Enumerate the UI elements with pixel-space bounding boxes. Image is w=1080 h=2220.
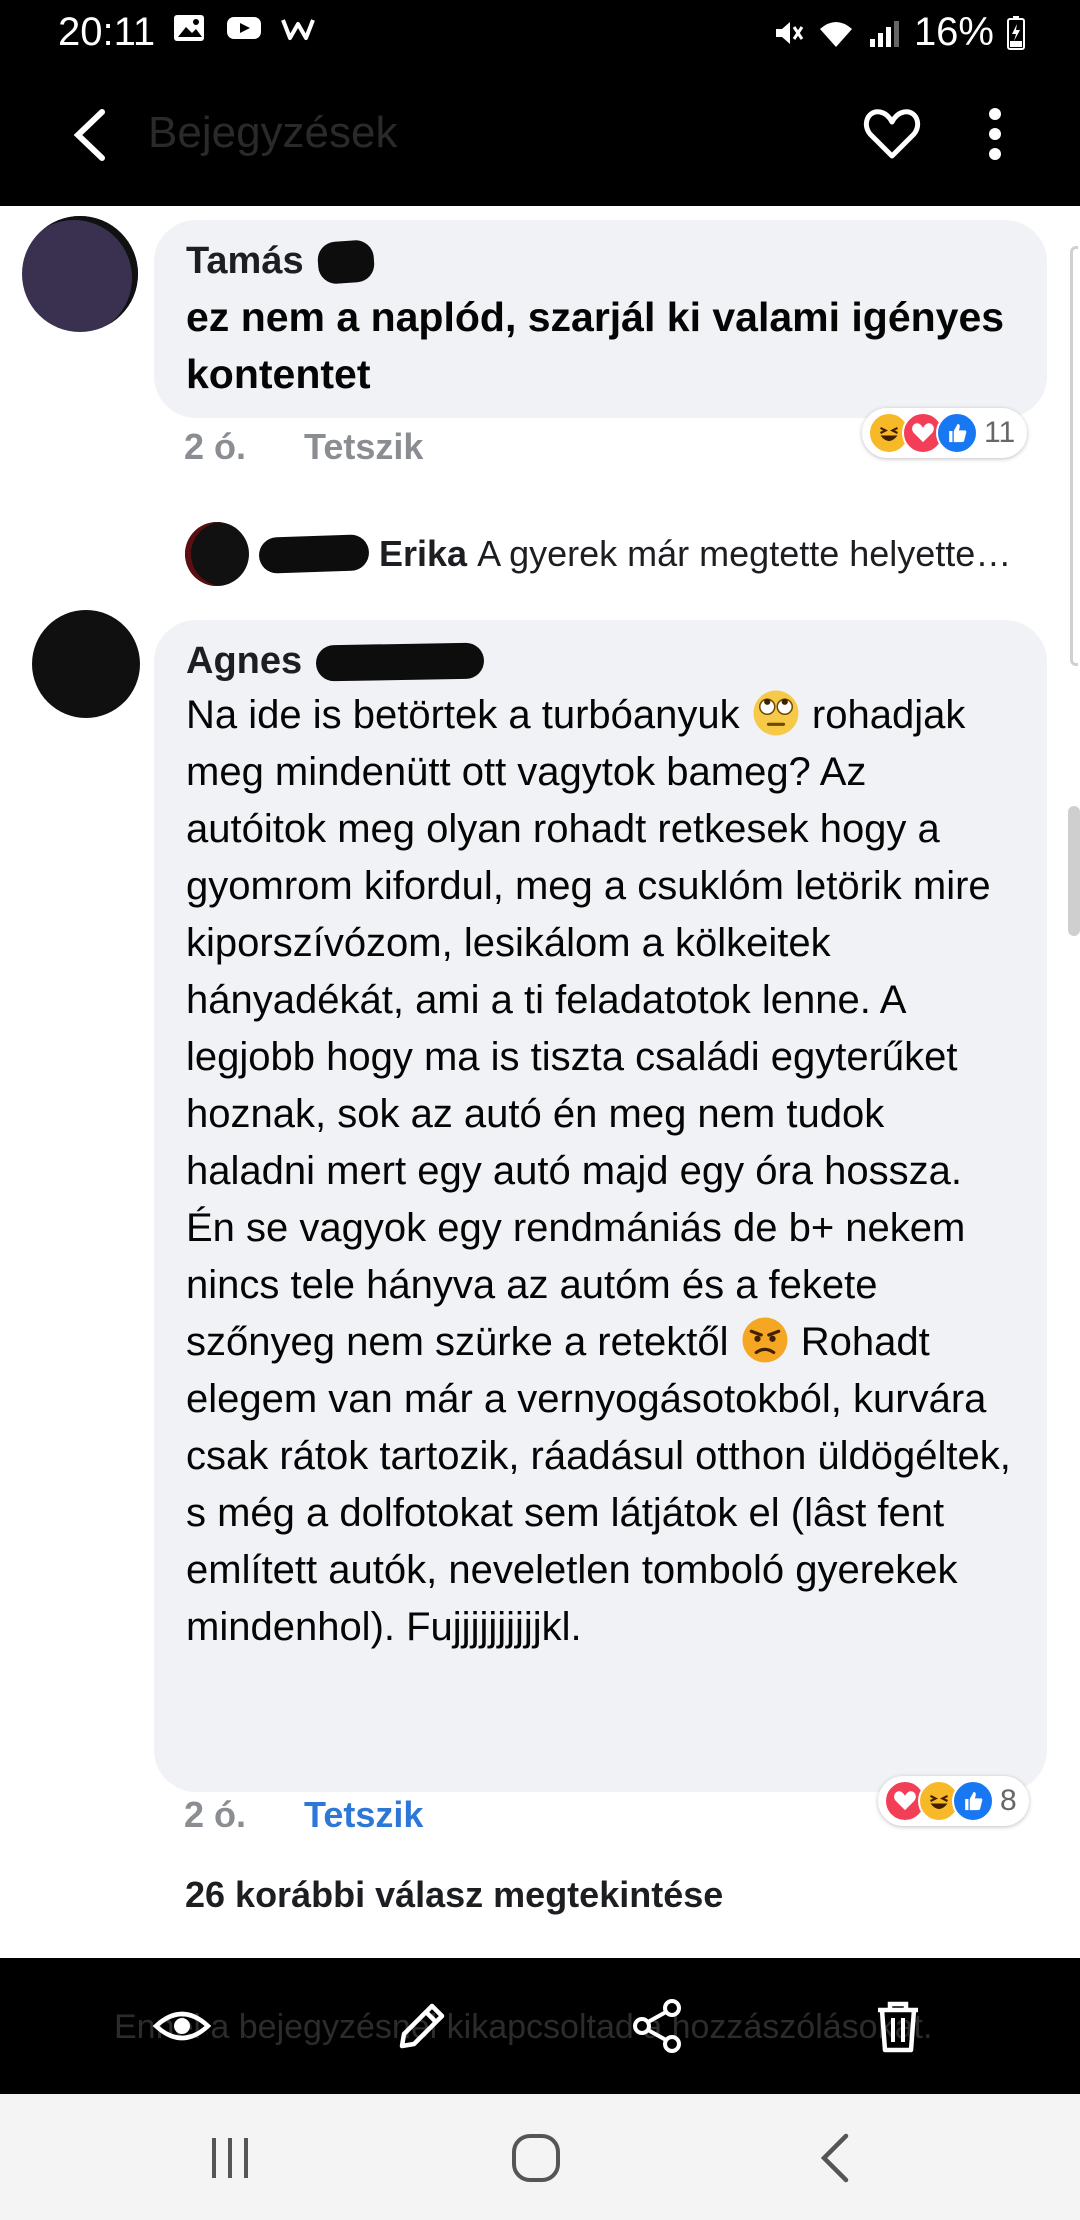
reaction-count: 11 <box>984 416 1016 449</box>
reaction-summary[interactable]: 11 <box>862 408 1028 458</box>
like-reaction-icon <box>936 412 978 454</box>
home-icon[interactable] <box>506 2130 566 2186</box>
comment-text: ez nem a naplód, szarjál ki valami igény… <box>186 294 1005 397</box>
app-bar: Bejegyzések <box>0 64 1080 206</box>
comment-bubble[interactable]: Tamás ez nem a naplód, szarjál ki valami… <box>154 220 1047 418</box>
battery-percent: 16% <box>913 10 994 54</box>
mute-icon <box>775 21 804 44</box>
scroll-edge <box>1070 246 1078 666</box>
pencil-icon[interactable] <box>392 1996 452 2056</box>
redaction-mark <box>316 238 375 285</box>
comment-author[interactable]: Tamás <box>186 240 304 283</box>
share-icon[interactable] <box>628 1996 688 2056</box>
comments-disabled-notice: Ennél a bejegyzésnél kikapcsoltad a hozz… <box>114 2008 933 2046</box>
redaction-mark <box>258 534 370 574</box>
rolling-eyes-emoji-icon <box>753 690 799 736</box>
heart-icon[interactable] <box>862 104 922 164</box>
reaction-count: 8 <box>1000 1784 1017 1817</box>
back-icon[interactable] <box>806 2130 866 2186</box>
like-button[interactable]: Tetszik <box>304 426 423 468</box>
status-time: 20:11 <box>58 10 156 54</box>
recent-apps-icon[interactable] <box>202 2130 262 2186</box>
w-icon <box>281 19 315 40</box>
like-reaction-icon <box>952 1780 994 1822</box>
page-title: Bejegyzések <box>148 108 398 157</box>
comment-text: Na ide is betörtek a turbóanyuk rohadjak… <box>186 687 1015 1656</box>
comment-time: 2 ó. <box>184 426 247 467</box>
system-nav-bar <box>0 2094 1080 2220</box>
avatar[interactable] <box>22 216 138 332</box>
comment-text-line: Rohadt elegem van már a vernyogásotokból… <box>186 1320 1011 1649</box>
image-icon <box>174 15 204 41</box>
status-bar: 20:11 16% <box>0 0 1080 64</box>
comment-author[interactable]: Agnes <box>186 640 302 683</box>
trash-icon[interactable] <box>868 1996 928 2056</box>
wifi-icon <box>819 21 852 47</box>
redaction-mark <box>315 642 485 681</box>
reply-avatar <box>185 522 249 586</box>
comment-meta: 2 ó. Tetszik <box>184 1794 423 1836</box>
signal-icon <box>869 20 899 47</box>
more-options-icon[interactable] <box>975 104 1035 164</box>
reply-text: A gyerek már megtette helyette… <box>477 533 1012 574</box>
view-more-replies-link[interactable]: 26 korábbi válasz megtekintése <box>185 1874 723 1916</box>
angry-emoji-icon <box>742 1317 788 1363</box>
avatar[interactable] <box>32 610 140 718</box>
comment-text-line: rohadjak meg mindenütt ott vagytok bameg… <box>186 693 991 1364</box>
bottom-action-bar: Ennél a bejegyzésnél kikapcsoltad a hozz… <box>0 1958 1080 2094</box>
back-arrow-icon[interactable] <box>40 102 120 168</box>
comment-time: 2 ó. <box>184 1794 247 1835</box>
youtube-icon <box>227 17 261 39</box>
comment-meta: 2 ó. Tetszik <box>184 426 423 468</box>
reply-preview[interactable]: Erika A gyerek már megtette helyette… <box>185 522 1011 586</box>
comment-text-line: Na ide is betörtek a turbóanyuk <box>186 693 740 737</box>
like-button[interactable]: Tetszik <box>304 1794 423 1836</box>
comments-feed[interactable]: Tamás ez nem a naplód, szarjál ki valami… <box>0 206 1080 1958</box>
reaction-summary[interactable]: 8 <box>878 1776 1029 1826</box>
comment-bubble[interactable]: Agnes Na ide is betörtek a turbóanyuk ro… <box>154 620 1047 1792</box>
scrollbar[interactable] <box>1068 806 1080 936</box>
eye-icon[interactable] <box>152 1996 212 2056</box>
reply-author: Erika <box>379 533 468 574</box>
battery-icon <box>1007 15 1025 50</box>
